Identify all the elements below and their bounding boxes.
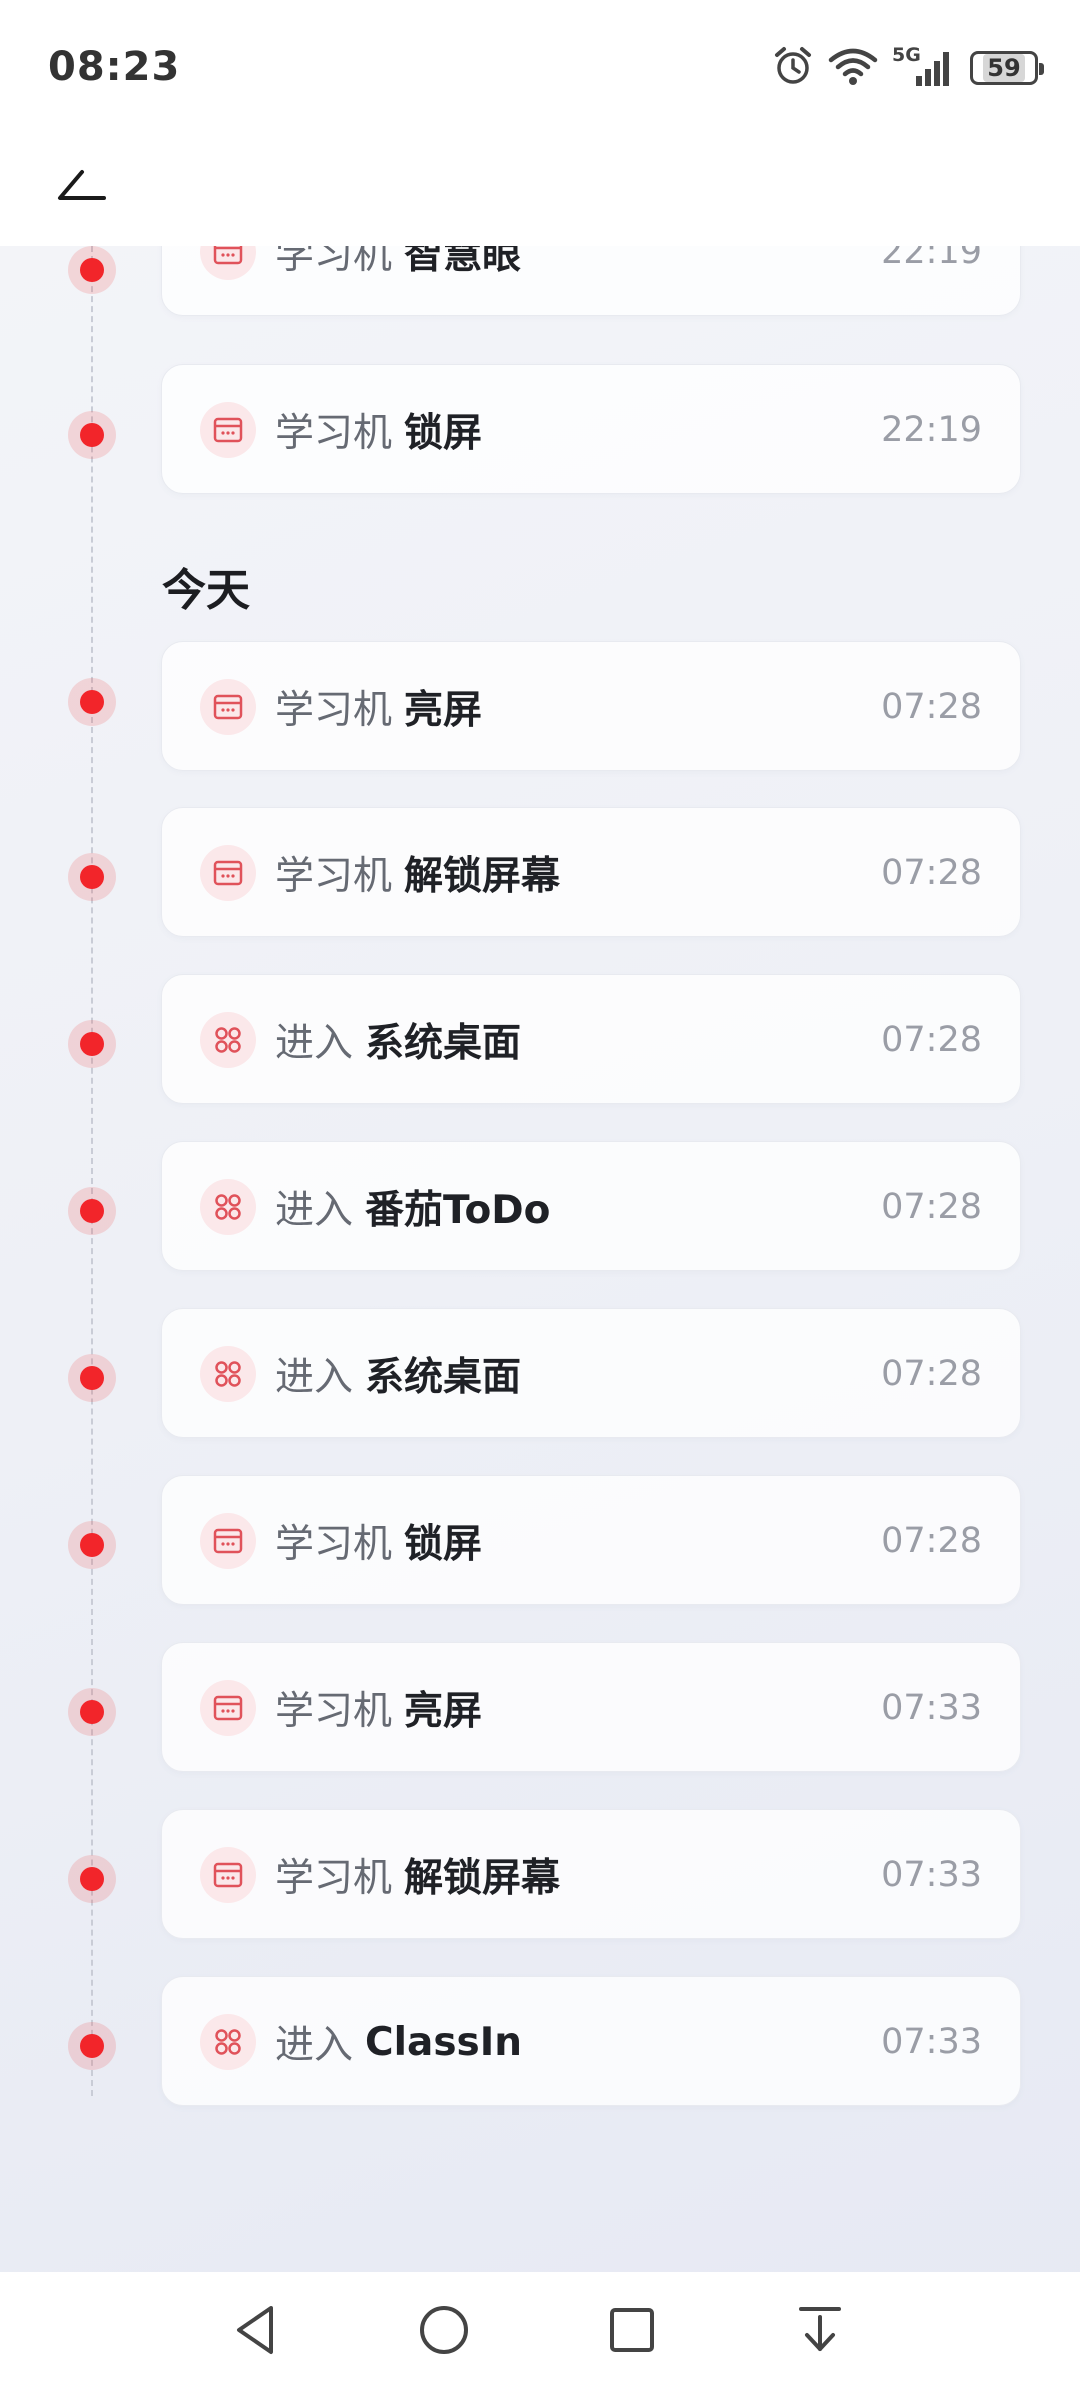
card-target: 系统桌面 <box>365 1355 522 1400</box>
cellular-signal-icon: 5G <box>892 44 956 88</box>
status-bar: 08:23 5G 59 <box>0 0 1080 138</box>
nav-recents-button[interactable] <box>602 2300 662 2360</box>
timeline-dot <box>68 1020 116 1068</box>
card-time: 07:28 <box>881 1521 982 1561</box>
timeline-dot <box>68 411 116 459</box>
timeline-dot <box>68 853 116 901</box>
section-label-today: 今天 <box>162 565 250 616</box>
card-action: 学习机 <box>275 1856 393 1901</box>
card-action: 进入 <box>275 1355 354 1400</box>
timeline-card[interactable]: 学习机 锁屏 22:19 <box>161 364 1021 494</box>
card-target: 锁屏 <box>404 411 483 456</box>
recents-square-icon <box>610 2308 654 2352</box>
card-target: 亮屏 <box>404 688 483 733</box>
screen-icon <box>200 402 256 458</box>
home-circle-icon <box>420 2306 468 2354</box>
card-target: 番茄ToDo <box>365 1188 551 1233</box>
card-time: 07:28 <box>881 1354 982 1394</box>
notification-pull-icon <box>799 2307 841 2351</box>
timeline-card[interactable]: 进入 系统桌面 07:28 <box>161 974 1021 1104</box>
card-target: 解锁屏幕 <box>404 854 561 899</box>
timeline-card[interactable]: 学习机 亮屏 07:28 <box>161 641 1021 771</box>
timeline-dot <box>68 1855 116 1903</box>
timeline-dot <box>68 2022 116 2070</box>
battery-level: 59 <box>983 54 1025 82</box>
apps-icon <box>200 2014 256 2070</box>
card-target: 锁屏 <box>404 1522 483 1567</box>
timeline-card[interactable]: 进入 番茄ToDo 07:28 <box>161 1141 1021 1271</box>
card-action: 学习机 <box>275 688 393 733</box>
card-time: 07:33 <box>881 1688 982 1728</box>
card-target: 系统桌面 <box>365 1021 522 1066</box>
card-action: 进入 <box>275 1188 354 1233</box>
card-time: 22:19 <box>881 246 982 272</box>
timeline-card[interactable]: 进入 ClassIn 07:33 <box>161 1976 1021 2106</box>
nav-home-button[interactable] <box>414 2300 474 2360</box>
card-time: 07:28 <box>881 1020 982 1060</box>
screen-icon <box>200 246 256 280</box>
back-button[interactable] <box>52 158 112 218</box>
timeline-dot <box>68 1354 116 1402</box>
card-action: 进入 <box>275 1021 354 1066</box>
card-time: 07:28 <box>881 853 982 893</box>
battery-icon: 59 <box>970 51 1044 85</box>
timeline-card[interactable]: 学习机 智慧眼 22:19 <box>161 246 1021 316</box>
nav-back-button[interactable] <box>226 2300 286 2360</box>
apps-icon <box>200 1346 256 1402</box>
timeline-card[interactable]: 学习机 亮屏 07:33 <box>161 1642 1021 1772</box>
card-time: 07:28 <box>881 687 982 727</box>
timeline-dot <box>68 246 116 294</box>
apps-icon <box>200 1012 256 1068</box>
timeline-card[interactable]: 学习机 锁屏 07:28 <box>161 1475 1021 1605</box>
navigation-bar <box>0 2272 1080 2387</box>
header <box>0 138 1080 246</box>
screen-icon <box>200 679 256 735</box>
timeline-dot <box>68 1688 116 1736</box>
card-action: 进入 <box>275 2023 354 2068</box>
timeline-line <box>91 246 93 2096</box>
back-arrow-icon <box>58 170 106 200</box>
card-target: 亮屏 <box>404 1689 483 1734</box>
card-target: 智慧眼 <box>404 246 522 278</box>
card-action: 学习机 <box>275 411 393 456</box>
card-target: 解锁屏幕 <box>404 1856 561 1901</box>
card-time: 07:33 <box>881 1855 982 1895</box>
card-action: 学习机 <box>275 1689 393 1734</box>
status-time: 08:23 <box>48 44 181 90</box>
back-triangle-icon <box>237 2306 273 2354</box>
nav-notification-button[interactable] <box>790 2300 850 2360</box>
screen-icon <box>200 845 256 901</box>
alarm-icon <box>772 45 814 91</box>
timeline-dot <box>68 1521 116 1569</box>
card-time: 22:19 <box>881 410 982 450</box>
card-time: 07:28 <box>881 1187 982 1227</box>
activity-timeline[interactable]: 学习机 智慧眼 22:19 学习机 锁屏 22:19 今天 学习机 亮屏 07:28 … <box>0 246 1080 2272</box>
screen-icon <box>200 1513 256 1569</box>
timeline-card[interactable]: 学习机 解锁屏幕 07:28 <box>161 807 1021 937</box>
status-icons: 5G 59 <box>772 44 1044 91</box>
card-action: 学习机 <box>275 854 393 899</box>
wifi-icon <box>828 46 878 90</box>
apps-icon <box>200 1179 256 1235</box>
timeline-dot <box>68 1187 116 1235</box>
card-target: ClassIn <box>365 2019 523 2065</box>
timeline-dot <box>68 678 116 726</box>
card-time: 07:33 <box>881 2022 982 2062</box>
screen-icon <box>200 1680 256 1736</box>
timeline-card[interactable]: 进入 系统桌面 07:28 <box>161 1308 1021 1438</box>
screen-icon <box>200 1847 256 1903</box>
timeline-card[interactable]: 学习机 解锁屏幕 07:33 <box>161 1809 1021 1939</box>
card-action: 学习机 <box>275 1522 393 1567</box>
card-action: 学习机 <box>275 246 393 278</box>
